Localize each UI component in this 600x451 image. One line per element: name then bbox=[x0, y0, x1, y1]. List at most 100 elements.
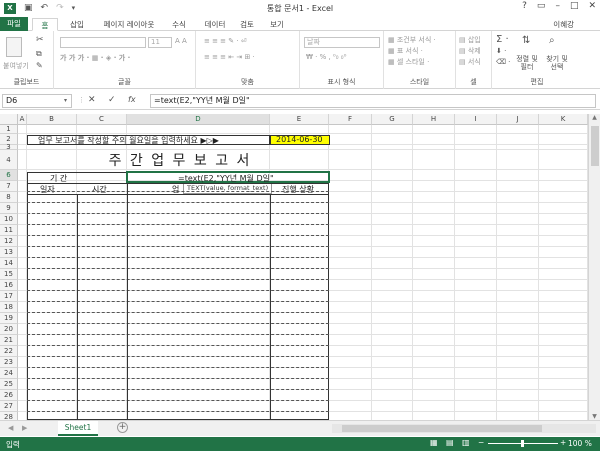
binoculars-icon[interactable]: ⌕ bbox=[549, 35, 555, 46]
row-header-22[interactable]: 22 bbox=[0, 346, 18, 357]
row-header-12[interactable]: 12 bbox=[0, 236, 18, 247]
row-header-8[interactable]: 8 bbox=[0, 192, 18, 203]
row-header-1[interactable]: 1 bbox=[0, 125, 18, 134]
maximize-icon[interactable]: □ bbox=[570, 1, 579, 11]
page-break-view-icon[interactable]: ▥ bbox=[462, 438, 470, 447]
row-header-6[interactable]: 6 bbox=[0, 170, 18, 181]
tab-review[interactable]: 검토 bbox=[234, 18, 260, 31]
font-name-box[interactable] bbox=[60, 37, 146, 48]
formula-input[interactable]: =text(E2,"YY년 M월 D일" bbox=[150, 94, 596, 108]
select-all-corner[interactable] bbox=[0, 114, 18, 125]
paste-icon[interactable] bbox=[6, 37, 22, 57]
cell-styles-button[interactable]: ▦ 셀 스타일 · bbox=[388, 57, 429, 67]
tab-file[interactable]: 파일 bbox=[0, 17, 28, 31]
vertical-scrollbar[interactable]: ▲ ▼ bbox=[588, 114, 600, 420]
cancel-icon[interactable]: ✕ bbox=[88, 95, 96, 105]
autosum-icon[interactable]: Σ · bbox=[496, 34, 509, 45]
row-header-24[interactable]: 24 bbox=[0, 368, 18, 379]
row-header-15[interactable]: 15 bbox=[0, 269, 18, 280]
column-header-c[interactable]: C bbox=[77, 114, 127, 125]
row-header-10[interactable]: 10 bbox=[0, 214, 18, 225]
horizontal-align-icon[interactable]: ≡ ≡ ≡ ⇤ ⇥ ⊞ · bbox=[204, 53, 255, 61]
minimize-icon[interactable]: – bbox=[555, 1, 560, 11]
column-header-b[interactable]: B bbox=[27, 114, 77, 125]
tab-formulas[interactable]: 수식 bbox=[166, 18, 192, 31]
bold-icon[interactable]: 가 가 가 · ▦ · ◈ · 가 · bbox=[60, 53, 130, 63]
close-icon[interactable]: ✕ bbox=[588, 1, 596, 11]
row-header-25[interactable]: 25 bbox=[0, 379, 18, 390]
scroll-up-icon[interactable]: ▲ bbox=[589, 114, 600, 121]
row-header-7[interactable]: 7 bbox=[0, 181, 18, 192]
row-header-4[interactable]: 4 bbox=[0, 150, 18, 170]
column-header-e[interactable]: E bbox=[270, 114, 329, 125]
row-header-17[interactable]: 17 bbox=[0, 291, 18, 302]
format-as-table-button[interactable]: ▦ 표 서식 · bbox=[388, 46, 423, 56]
row-header-13[interactable]: 13 bbox=[0, 247, 18, 258]
zoom-in-icon[interactable]: + bbox=[560, 438, 566, 447]
row-header-9[interactable]: 9 bbox=[0, 203, 18, 214]
font-size-box[interactable]: 11 bbox=[148, 37, 172, 48]
row-header-28[interactable]: 28 bbox=[0, 412, 18, 420]
sort-filter-icon[interactable]: ⇅ bbox=[522, 35, 530, 46]
format-painter-icon[interactable]: ✎ bbox=[36, 61, 43, 70]
delete-cells-button[interactable]: ▤ 삭제 bbox=[459, 46, 481, 56]
cut-icon[interactable]: ✂ bbox=[36, 35, 44, 45]
insert-function-icon[interactable]: fx bbox=[128, 95, 136, 104]
row-header-11[interactable]: 11 bbox=[0, 225, 18, 236]
page-layout-view-icon[interactable]: ▤ bbox=[446, 438, 454, 447]
row-header-18[interactable]: 18 bbox=[0, 302, 18, 313]
scroll-down-icon[interactable]: ▼ bbox=[589, 413, 600, 420]
vertical-align-icon[interactable]: ≡ ≡ ≡ ✎ · ⏎ bbox=[204, 37, 247, 45]
column-header-f[interactable]: F bbox=[329, 114, 372, 125]
sheet-tab-sheet1[interactable]: Sheet1 bbox=[58, 421, 98, 436]
grow-font-icon[interactable]: A A bbox=[175, 37, 187, 45]
zoom-slider[interactable] bbox=[488, 440, 558, 447]
sort-filter-button[interactable]: 정렬 및 필터 bbox=[516, 55, 538, 71]
tab-page-layout[interactable]: 페이지 레이아웃 bbox=[96, 18, 162, 31]
column-header-h[interactable]: H bbox=[413, 114, 455, 125]
tab-insert[interactable]: 삽입 bbox=[64, 18, 90, 31]
row-header-23[interactable]: 23 bbox=[0, 357, 18, 368]
insert-cells-button[interactable]: ▤ 삽입 bbox=[459, 35, 481, 45]
prev-sheet-icon[interactable]: ◀ bbox=[8, 424, 13, 432]
hscroll-thumb[interactable] bbox=[342, 425, 542, 432]
normal-view-icon[interactable]: ▦ bbox=[430, 438, 438, 447]
row-header-14[interactable]: 14 bbox=[0, 258, 18, 269]
fill-icon[interactable]: ⬇ · bbox=[496, 47, 506, 55]
row-header-16[interactable]: 16 bbox=[0, 280, 18, 291]
row-header-27[interactable]: 27 bbox=[0, 401, 18, 412]
paste-button[interactable]: 붙여넣기 bbox=[3, 61, 29, 71]
conditional-format-button[interactable]: ▦ 조건부 서식 · bbox=[388, 35, 436, 45]
find-select-button[interactable]: 찾기 및 선택 bbox=[542, 55, 572, 71]
scroll-thumb[interactable] bbox=[591, 126, 599, 166]
worksheet-grid[interactable]: ABCDEFGHIJK 1 2 3 4 6 7 8 9 10 11 12 13 14 15 16 17 18 19… bbox=[0, 114, 588, 420]
column-header-a[interactable]: A bbox=[18, 114, 27, 125]
clear-icon[interactable]: ⌫ · bbox=[496, 58, 510, 66]
tab-home[interactable]: 홈 bbox=[32, 18, 58, 31]
zoom-level[interactable]: 100 % bbox=[568, 439, 592, 448]
column-header-j[interactable]: J bbox=[497, 114, 539, 125]
ribbon-display-icon[interactable]: ▭ bbox=[537, 1, 546, 11]
enter-icon[interactable]: ✓ bbox=[108, 95, 116, 105]
column-header-d[interactable]: D bbox=[127, 114, 270, 125]
next-sheet-icon[interactable]: ▶ bbox=[22, 424, 27, 432]
currency-icon[interactable]: ₩ · % , ⁰₀ ₀⁰ bbox=[306, 53, 346, 61]
column-header-k[interactable]: K bbox=[539, 114, 588, 125]
copy-icon[interactable]: ⧉ bbox=[36, 49, 42, 59]
row-header-19[interactable]: 19 bbox=[0, 313, 18, 324]
format-cells-button[interactable]: ▤ 서식 bbox=[459, 57, 481, 67]
column-header-g[interactable]: G bbox=[372, 114, 413, 125]
tab-view[interactable]: 보기 bbox=[264, 18, 290, 31]
row-header-21[interactable]: 21 bbox=[0, 335, 18, 346]
add-sheet-icon[interactable]: + bbox=[117, 422, 128, 433]
user-name[interactable]: 이혜강 bbox=[553, 19, 574, 30]
number-format-dropdown[interactable]: 날짜 bbox=[304, 37, 380, 48]
help-icon[interactable]: ? bbox=[522, 1, 527, 11]
name-box[interactable]: D6 bbox=[2, 94, 72, 108]
zoom-slider-thumb[interactable] bbox=[521, 440, 524, 447]
row-header-20[interactable]: 20 bbox=[0, 324, 18, 335]
name-box-dropdown-icon[interactable]: ▾ bbox=[64, 97, 67, 104]
tab-data[interactable]: 데이터 bbox=[198, 18, 232, 31]
column-header-i[interactable]: I bbox=[455, 114, 497, 125]
zoom-out-icon[interactable]: − bbox=[478, 438, 484, 447]
